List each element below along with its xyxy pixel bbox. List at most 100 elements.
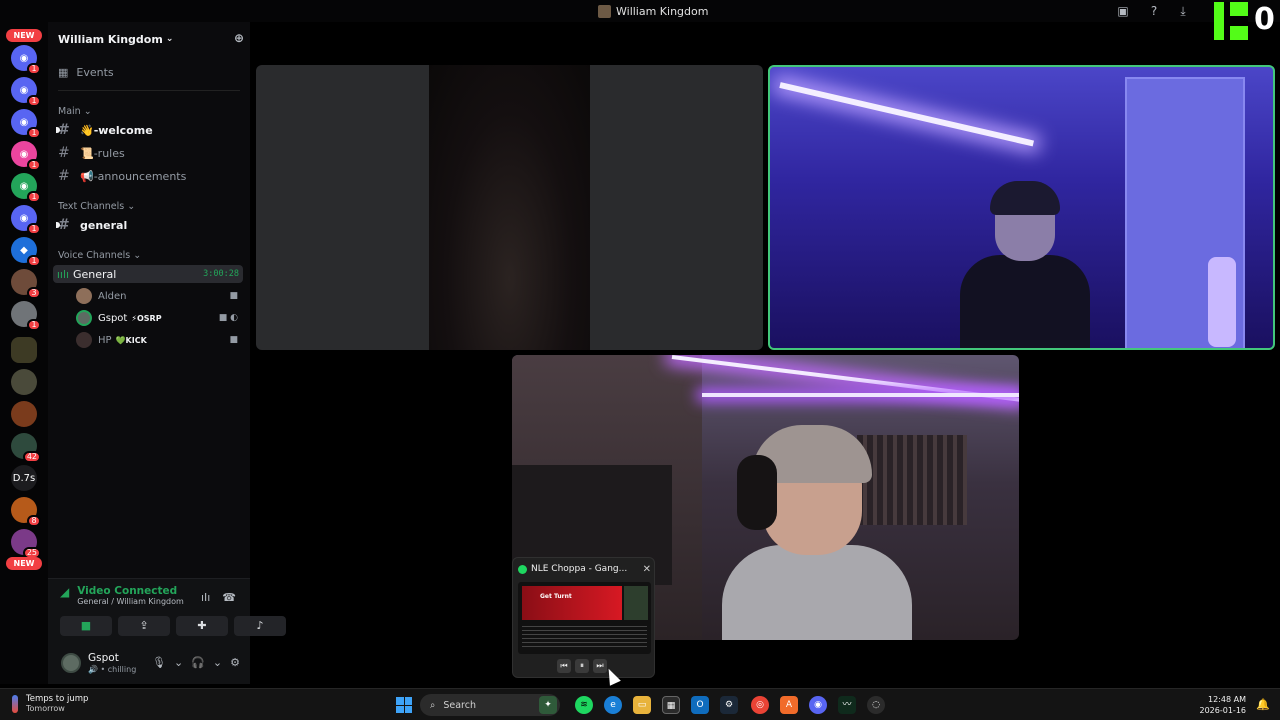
close-icon[interactable]: ✕ [643,564,651,575]
server-icon[interactable]: 8 [11,497,41,527]
server-icon[interactable]: 25 [11,529,41,559]
camera-button[interactable]: ■ [60,616,112,636]
server-discord-icon[interactable]: ◉ 1 [11,173,41,203]
video-tile-speaking[interactable] [768,65,1275,350]
soundboard-icon: ♪ [256,619,264,632]
inbox-icon[interactable]: ▣ [1116,4,1130,18]
voice-status-label: Video Connected [77,585,178,597]
server-icon[interactable] [11,401,37,427]
kick-counter: 0 [1254,2,1275,37]
channel-announcements[interactable]: # 📢-announcements [58,166,242,186]
avatar [76,288,92,304]
headphones [737,455,777,530]
new-badge: NEW [6,29,42,42]
channel-rules[interactable]: # 📜-rules [58,143,242,163]
server-discord-icon[interactable]: ◉ 1 [11,141,41,171]
notification-bell-icon[interactable]: 🔔 [1256,698,1270,711]
chevron-down-icon[interactable]: ⌄ [213,656,222,669]
server-discord-icon[interactable]: ◉ 1 [11,109,41,139]
voice-timer: 3:00:28 [203,269,239,279]
download-icon[interactable]: ⤓ [1176,4,1190,18]
player-header: NLE Choppa - Gang... ✕ [518,562,651,576]
user-panel: Gspot 🔊 • chilling 🎙 ⌄ 🎧 ⌄ ⚙ [48,644,250,684]
kick-logo [1214,2,1248,40]
category-text-channels[interactable]: Text Channels ⌄ [58,201,135,212]
outlook-app-icon[interactable]: O [691,696,709,714]
person [960,181,1090,348]
server-discord-icon[interactable]: ◉ 1 [11,77,41,107]
server-text-icon[interactable]: D.7s [11,465,37,491]
soundboard-button[interactable]: ♪ [234,616,286,636]
events-label: Events [76,66,114,79]
server-name: William Kingdom [58,32,163,46]
clock-date: 2026-01-16 [1199,706,1247,715]
chrome-app-icon[interactable]: ◎ [751,696,769,714]
server-icon[interactable] [11,369,37,395]
add-member-icon[interactable]: ⊕ [234,31,244,45]
server-icon[interactable]: 3 [11,269,41,299]
voice-user[interactable]: Alden ■ [76,287,238,305]
server-icon[interactable]: 1 [11,301,41,331]
discord-app-icon[interactable]: ◉ [809,696,827,714]
noise-suppression-icon[interactable]: ıIı [201,591,210,604]
server-discord-icon[interactable]: ◉ 1 [11,45,41,75]
pause-icon[interactable]: ⏸ [575,659,589,673]
voice-channel-name: General [73,267,117,281]
search-placeholder: Search [443,699,476,711]
edge-app-icon[interactable]: e [604,696,622,714]
led-light [702,393,1019,397]
file-explorer-icon[interactable]: ▭ [633,696,651,714]
microphone-icon[interactable]: 🎙 [152,656,166,669]
server-header[interactable]: William Kingdom ⌄ ⊕ [58,30,244,48]
activities-icon: ✚ [197,619,207,632]
avatar[interactable] [61,653,81,673]
steam-app-icon[interactable]: ⚙ [720,696,738,714]
weather-widget[interactable]: Temps to jump Tomorrow [12,694,88,713]
category-main[interactable]: Main ⌄ [58,106,92,117]
video-tile[interactable] [256,65,763,350]
app-icon[interactable]: ◌ [867,696,885,714]
server-icon[interactable]: ◆ 1 [11,237,41,267]
store-app-icon[interactable]: ▦ [662,696,680,714]
channel-welcome[interactable]: # 👋-welcome [56,120,242,140]
server-icon[interactable]: 42 [11,433,41,463]
previous-track-icon[interactable]: ⏮ [557,659,571,673]
user-status: 🔊 • chilling [88,665,137,674]
camera-icon: ■ [229,335,238,345]
events-item[interactable]: ▦ Events [58,66,114,79]
spotify-app-icon[interactable]: ≋ [575,696,593,714]
category-voice-channels[interactable]: Voice Channels ⌄ [58,250,141,261]
chevron-down-icon[interactable]: ⌄ [174,656,183,669]
disconnect-icon[interactable]: ☎ [222,591,236,604]
headphones-icon[interactable]: 🎧 [191,656,205,669]
divider [58,90,240,91]
user-tag: 💚KICK [115,335,147,345]
window-title-text: William Kingdom [616,4,709,18]
channel-general-text[interactable]: # general [56,215,242,235]
camera-icon: ■ [229,291,238,301]
screen-share-button[interactable]: ⇪ [118,616,170,636]
voice-user[interactable]: Gspot ⚡OSRP ■ ◐ [76,309,238,327]
voice-location: General / William Kingdom [77,597,184,606]
app-icon[interactable]: 〰 [838,696,856,714]
hash-icon: # [58,168,70,184]
server-rail: NEW ◉ 1 ◉ 1 ◉ 1 ◉ 1 ◉ 1 ◉ 1 ◆ 1 3 1 42 D.7s 8 2… [0,22,48,684]
help-icon[interactable]: ? [1147,4,1161,18]
activities-button[interactable]: ✚ [176,616,228,636]
spotify-mini-player[interactable]: NLE Choppa - Gang... ✕ Get Turnt ⏮ ⏸ ⏭ [512,557,655,678]
gear-icon[interactable]: ⚙ [230,656,240,669]
voice-channel-general[interactable]: ıılı General 3:00:28 [53,265,243,283]
signal-icon: ◢ [60,585,70,599]
camera-icon: ■ [80,619,92,632]
app-icon[interactable]: A [780,696,798,714]
voice-status[interactable]: ◢ Video Connected General / William King… [60,585,184,606]
thumbnail-text: Get Turnt [540,593,572,600]
new-badge: NEW [6,557,42,570]
avatar [76,332,92,348]
server-discord-icon[interactable]: ◉ 1 [11,205,41,235]
voice-user[interactable]: HP 💚KICK ■ [76,331,238,349]
search-highlight-icon[interactable]: ✦ [539,696,557,714]
server-icon[interactable] [11,337,37,363]
windows-start-icon[interactable] [396,697,412,713]
system-clock[interactable]: 12:48 AM 2026-01-16 [1200,694,1247,716]
